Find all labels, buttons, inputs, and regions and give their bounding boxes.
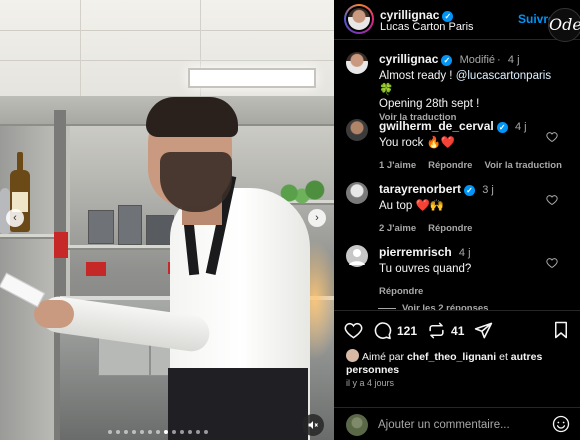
carousel-dot[interactable] xyxy=(116,430,120,434)
comment-time: 4 j xyxy=(458,247,471,259)
caption-time: 4 j xyxy=(507,54,520,66)
carousel-dot[interactable] xyxy=(188,430,192,434)
clover-emoji: 🍀 xyxy=(379,84,394,96)
author-username[interactable]: cyrillignac xyxy=(380,8,439,22)
post-panel: cyrillignac ✓ Lucas Carton Paris Suivre O… xyxy=(334,0,580,440)
comment-time: 4 j xyxy=(514,121,527,133)
chef-hair xyxy=(146,97,238,137)
bookmark-icon[interactable] xyxy=(552,321,570,339)
carousel-dot[interactable] xyxy=(140,430,144,434)
comment-likes[interactable]: 2 J'aime xyxy=(379,223,416,234)
carousel-dot[interactable] xyxy=(172,430,176,434)
verified-badge-icon: ✓ xyxy=(464,185,476,196)
shelf xyxy=(60,245,180,250)
reply-button[interactable]: Répondre xyxy=(428,160,472,171)
carousel-dot[interactable] xyxy=(180,430,184,434)
next-slide-button[interactable]: › xyxy=(308,209,326,227)
carousel-dots xyxy=(108,430,208,434)
emoji-smiley-icon[interactable] xyxy=(552,415,570,433)
default-avatar-icon xyxy=(349,249,365,265)
liker-avatar[interactable] xyxy=(346,349,359,362)
comment-time: 3 j xyxy=(482,184,494,196)
caption-text: Almost ready ! @lucascartonparis 🍀 Openi… xyxy=(379,69,554,111)
location-link[interactable]: Lucas Carton Paris xyxy=(380,21,474,33)
comment-text: You rock 🔥❤️ xyxy=(379,137,456,149)
video-ceiling xyxy=(0,0,334,110)
post-timestamp: il y a 4 jours xyxy=(346,378,395,388)
verified-badge-icon: ✓ xyxy=(441,55,453,66)
commenter-username[interactable]: gwilherm_de_cerval xyxy=(379,119,494,133)
reply-button[interactable]: Répondre xyxy=(428,223,472,234)
edited-label: Modifié xyxy=(459,54,496,66)
comment-input[interactable] xyxy=(378,414,538,436)
caption-line1: Almost ready ! xyxy=(379,70,456,82)
red-box xyxy=(86,262,106,276)
add-comment-bar xyxy=(334,407,580,440)
mention-link[interactable]: @lucascartonparis xyxy=(456,70,551,82)
video-player[interactable]: ‹ › xyxy=(0,0,334,440)
comment-likes[interactable]: 1 J'aime xyxy=(379,160,416,171)
liked-by-text: Aimé par chef_theo_lignani et autres per… xyxy=(346,349,543,376)
like-comment-heart-icon[interactable] xyxy=(546,257,558,269)
container-stack xyxy=(88,210,114,244)
carousel-dot[interactable] xyxy=(108,430,112,434)
repost-count: 41 xyxy=(451,323,465,338)
repost-icon xyxy=(429,322,444,339)
comment-button[interactable]: 121 xyxy=(373,321,417,340)
mute-button[interactable] xyxy=(302,414,324,436)
chef-hand xyxy=(34,300,74,328)
carousel-dot[interactable] xyxy=(204,430,208,434)
commenter-avatar[interactable] xyxy=(346,245,368,267)
like-comment-heart-icon[interactable] xyxy=(546,131,558,143)
ode-logo: Ode xyxy=(548,8,580,42)
like-comment-heart-icon[interactable] xyxy=(546,194,558,206)
share-button[interactable] xyxy=(474,321,493,340)
comment-text: Au top ❤️🙌 xyxy=(379,200,445,212)
send-paper-plane-icon xyxy=(475,322,493,339)
commenter-avatar[interactable] xyxy=(346,119,368,141)
muted-speaker-icon xyxy=(308,421,318,429)
caption-avatar[interactable] xyxy=(346,52,368,74)
carousel-dot[interactable] xyxy=(164,430,168,434)
author-avatar[interactable] xyxy=(344,4,374,34)
commenter-username[interactable]: pierremrisch xyxy=(379,245,452,259)
ceiling-light xyxy=(188,68,316,88)
container-stack xyxy=(118,205,142,245)
commenter-avatar[interactable] xyxy=(346,182,368,204)
translate-link[interactable]: Voir la traduction xyxy=(484,160,561,171)
carousel-dot[interactable] xyxy=(148,430,152,434)
post-header: cyrillignac ✓ Lucas Carton Paris Suivre O… xyxy=(334,0,580,42)
repost-button[interactable]: 41 xyxy=(427,321,464,340)
prev-slide-button[interactable]: ‹ xyxy=(6,209,24,227)
post-actions: 121 41 Aimé par chef_theo_lignani et aut… xyxy=(334,310,580,440)
carousel-dot[interactable] xyxy=(132,430,136,434)
caption-username[interactable]: cyrillignac xyxy=(379,52,438,66)
replies-divider xyxy=(378,308,396,309)
verified-badge-icon: ✓ xyxy=(496,122,508,133)
carousel-dot[interactable] xyxy=(124,430,128,434)
reply-button[interactable]: Répondre xyxy=(379,286,423,297)
carousel-dot[interactable] xyxy=(156,430,160,434)
comment-count: 121 xyxy=(397,323,418,338)
comment-bubble-icon xyxy=(374,322,392,340)
caption-line2: Opening 28th sept ! xyxy=(379,98,480,110)
comment-text: Tu ouvres quand? xyxy=(379,263,472,275)
carousel-dot[interactable] xyxy=(196,430,200,434)
heart-icon xyxy=(344,322,363,339)
red-box xyxy=(54,232,68,258)
liker-username[interactable]: chef_theo_lignani xyxy=(407,351,496,363)
like-button[interactable] xyxy=(344,321,363,340)
shelf xyxy=(0,234,60,239)
current-user-avatar xyxy=(346,414,368,436)
commenter-username[interactable]: tarayrenorbert xyxy=(379,182,461,196)
